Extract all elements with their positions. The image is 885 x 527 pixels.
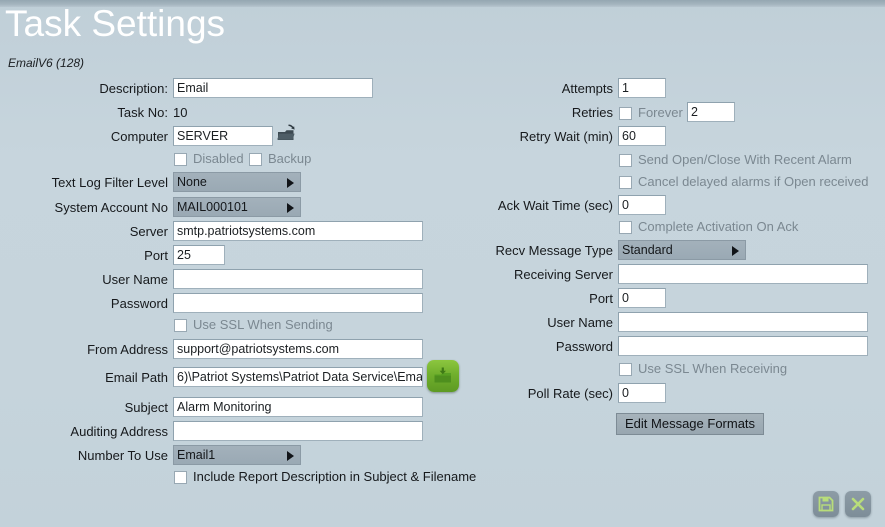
attempts-input[interactable]: 1 xyxy=(618,78,666,98)
email-path-browse-button[interactable] xyxy=(427,360,459,392)
cancel-delayed-alarms-box[interactable] xyxy=(619,175,632,189)
retries-forever-label: Forever xyxy=(638,105,683,120)
system-account-no-value: MAIL000101 xyxy=(177,200,248,214)
recv-message-type-value: Standard xyxy=(622,243,673,257)
computer-input[interactable]: SERVER xyxy=(173,126,273,146)
attempts-label: Attempts xyxy=(561,81,613,96)
save-button[interactable] xyxy=(813,491,839,517)
password-input[interactable] xyxy=(173,293,423,313)
complete-activation-on-ack-checkbox[interactable]: Complete Activation On Ack xyxy=(619,219,798,235)
task-no-label: Task No: xyxy=(117,105,168,120)
backup-checkbox-label: Backup xyxy=(268,151,312,166)
subject-input[interactable]: Alarm Monitoring xyxy=(173,397,423,417)
system-account-no-label: System Account No xyxy=(54,200,168,215)
email-path-label: Email Path xyxy=(105,370,168,385)
port-input[interactable]: 25 xyxy=(173,245,225,265)
description-label: Description: xyxy=(99,81,168,96)
close-x-icon xyxy=(851,497,865,511)
chevron-down-icon xyxy=(287,203,294,213)
send-open-close-box[interactable] xyxy=(619,153,632,167)
number-to-use-value: Email1 xyxy=(177,448,216,462)
use-ssl-when-receiving-box[interactable] xyxy=(619,362,632,376)
complete-activation-on-ack-box[interactable] xyxy=(619,220,632,234)
disabled-checkbox[interactable]: Disabled xyxy=(174,151,244,167)
text-log-filter-level-dropdown[interactable]: None xyxy=(173,172,301,192)
use-ssl-when-receiving-checkbox[interactable]: Use SSL When Receiving xyxy=(619,361,787,377)
edit-message-formats-button[interactable]: Edit Message Formats xyxy=(616,413,765,435)
include-report-description-box[interactable] xyxy=(174,470,187,484)
password-label: Password xyxy=(110,296,168,311)
number-to-use-dropdown[interactable]: Email1 xyxy=(173,445,301,465)
recv-message-type-dropdown[interactable]: Standard xyxy=(618,240,746,260)
use-ssl-when-sending-label: Use SSL When Sending xyxy=(193,317,333,332)
use-ssl-when-sending-checkbox[interactable]: Use SSL When Sending xyxy=(174,317,333,333)
backup-checkbox[interactable]: Backup xyxy=(249,151,311,167)
send-open-close-label: Send Open/Close With Recent Alarm xyxy=(638,152,852,167)
task-subtitle: EmailV6 (128) xyxy=(8,56,85,70)
save-floppy-icon xyxy=(818,496,834,512)
email-path-input[interactable]: 6)\Patriot Systems\Patriot Data Service\… xyxy=(173,367,423,387)
receiving-server-label: Receiving Server xyxy=(514,267,613,282)
task-no-value: 10 xyxy=(173,105,188,120)
cancel-delayed-alarms-label: Cancel delayed alarms if Open received xyxy=(638,174,869,189)
use-ssl-when-receiving-label: Use SSL When Receiving xyxy=(638,361,788,376)
disabled-checkbox-box[interactable] xyxy=(174,152,187,166)
close-button[interactable] xyxy=(845,491,871,517)
ack-wait-time-label: Ack Wait Time (sec) xyxy=(497,198,613,213)
include-report-description-checkbox[interactable]: Include Report Description in Subject & … xyxy=(174,469,476,485)
poll-rate-input[interactable]: 0 xyxy=(618,383,666,403)
from-address-input[interactable]: support@patriotsystems.com xyxy=(173,339,423,359)
cancel-delayed-alarms-checkbox[interactable]: Cancel delayed alarms if Open received xyxy=(619,174,869,190)
poll-rate-label: Poll Rate (sec) xyxy=(527,386,613,401)
retries-forever-box[interactable] xyxy=(619,106,632,120)
subject-label: Subject xyxy=(124,400,168,415)
use-ssl-when-sending-box[interactable] xyxy=(174,318,187,332)
disabled-checkbox-label: Disabled xyxy=(193,151,244,166)
recv-port-label: Port xyxy=(589,291,613,306)
chevron-down-icon xyxy=(287,451,294,461)
backup-checkbox-box[interactable] xyxy=(249,152,262,166)
recv-message-type-label: Recv Message Type xyxy=(495,243,613,258)
recv-password-input[interactable] xyxy=(618,336,868,356)
retries-label: Retries xyxy=(571,105,613,120)
complete-activation-on-ack-label: Complete Activation On Ack xyxy=(638,219,799,234)
system-account-no-dropdown[interactable]: MAIL000101 xyxy=(173,197,301,217)
retries-input[interactable]: 2 xyxy=(687,102,735,122)
send-open-close-checkbox[interactable]: Send Open/Close With Recent Alarm xyxy=(619,152,852,168)
page-title: Task Settings xyxy=(5,3,226,44)
user-name-label: User Name xyxy=(102,272,168,287)
folder-open-icon xyxy=(434,367,451,383)
recv-password-label: Password xyxy=(555,339,613,354)
task-settings-window: Task Settings EmailV6 (128) Description:… xyxy=(0,0,885,527)
retries-forever-checkbox[interactable]: Forever xyxy=(619,105,683,121)
number-to-use-label: Number To Use xyxy=(77,448,168,463)
from-address-label: From Address xyxy=(87,342,168,357)
ack-wait-time-input[interactable]: 0 xyxy=(618,195,666,215)
text-log-filter-level-label: Text Log Filter Level xyxy=(51,175,168,190)
folder-open-icon[interactable] xyxy=(276,124,298,144)
recv-user-name-label: User Name xyxy=(547,315,613,330)
user-name-input[interactable] xyxy=(173,269,423,289)
auditing-address-label: Auditing Address xyxy=(70,424,168,439)
recv-port-input[interactable]: 0 xyxy=(618,288,666,308)
receiving-server-input[interactable] xyxy=(618,264,868,284)
retry-wait-input[interactable]: 60 xyxy=(618,126,666,146)
chevron-down-icon xyxy=(732,246,739,256)
recv-user-name-input[interactable] xyxy=(618,312,868,332)
description-input[interactable]: Email xyxy=(173,78,373,98)
auditing-address-input[interactable] xyxy=(173,421,423,441)
port-label: Port xyxy=(144,248,168,263)
include-report-description-label: Include Report Description in Subject & … xyxy=(193,469,477,484)
text-log-filter-level-value: None xyxy=(177,175,207,189)
server-input[interactable]: smtp.patriotsystems.com xyxy=(173,221,423,241)
computer-label: Computer xyxy=(110,129,168,144)
server-label: Server xyxy=(129,224,168,239)
chevron-down-icon xyxy=(287,178,294,188)
retry-wait-label: Retry Wait (min) xyxy=(519,129,613,144)
